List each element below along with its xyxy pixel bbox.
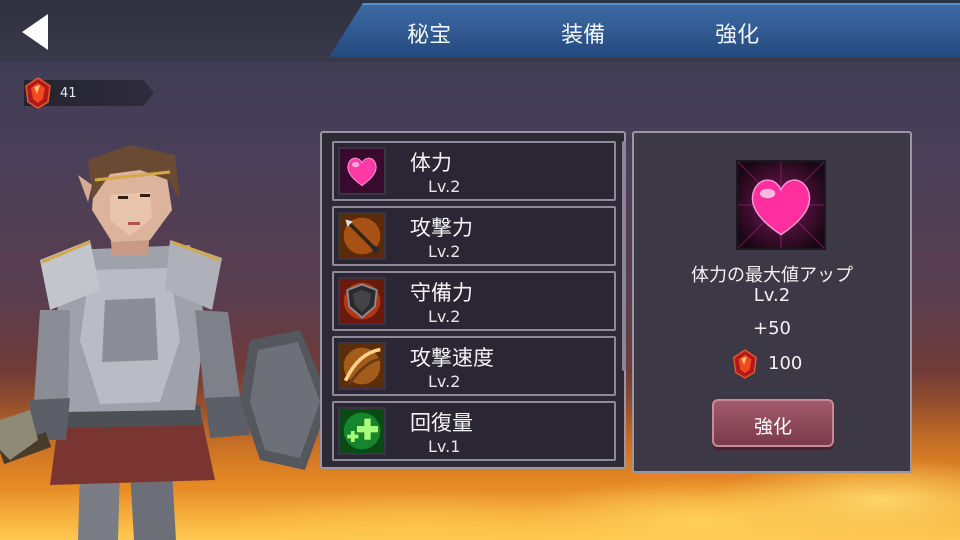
detail-level: Lv.2 [753,285,791,306]
skill-item-defense[interactable]: 守備力 Lv.2 [332,271,616,331]
skill-name: 体力 [410,151,452,175]
upgrade-button[interactable]: 強化 [712,399,834,447]
tab-enhance[interactable]: 強化 [637,3,841,57]
speed-slash-icon [338,342,386,390]
detail-title: 体力の最大値アップ [691,265,853,286]
skill-level: Lv.2 [428,177,461,196]
skill-level: Lv.2 [428,242,461,261]
upgrade-cost: 100 [768,353,803,374]
skill-list-scrollbar[interactable] [622,141,626,371]
tab-enhance-label: 強化 [715,23,760,48]
skill-name: 回復量 [410,411,473,435]
red-gem-icon [25,77,51,109]
skill-item-stamina[interactable]: 体力 Lv.2 [332,141,616,201]
skill-item-attack[interactable]: 攻撃力 Lv.2 [332,206,616,266]
skill-level: Lv.2 [428,372,461,391]
heart-icon [338,147,386,195]
detail-bonus-value: +50 [753,318,791,339]
gem-count: 41 [60,86,77,101]
skill-list-panel: 体力 Lv.2 攻撃力 Lv.2 守備力 Lv.2 攻撃速度 Lv.2 回復量 … [320,131,626,469]
tab-treasure-label: 秘宝 [407,23,452,48]
back-arrow-icon [22,14,48,50]
skill-level: Lv.1 [428,437,461,456]
skill-item-attack-speed[interactable]: 攻撃速度 Lv.2 [332,336,616,396]
tab-equipment-label: 装備 [561,23,606,48]
red-gem-icon [733,349,757,379]
skill-name: 攻撃速度 [410,346,494,370]
skill-name: 攻撃力 [410,216,473,240]
spear-icon [338,212,386,260]
skill-detail-panel: 体力の最大値アップ Lv.2 +50 100 強化 [632,131,912,473]
skill-level: Lv.2 [428,307,461,326]
skill-name: 守備力 [410,281,473,305]
heart-icon [736,160,826,250]
top-bar: 秘宝 装備 強化 [0,0,960,62]
green-cross-icon [338,407,386,455]
upgrade-button-label: 強化 [753,416,792,438]
back-button[interactable] [14,10,58,54]
knight-character [0,145,330,540]
skill-item-recovery[interactable]: 回復量 Lv.1 [332,401,616,461]
shield-icon [338,277,386,325]
